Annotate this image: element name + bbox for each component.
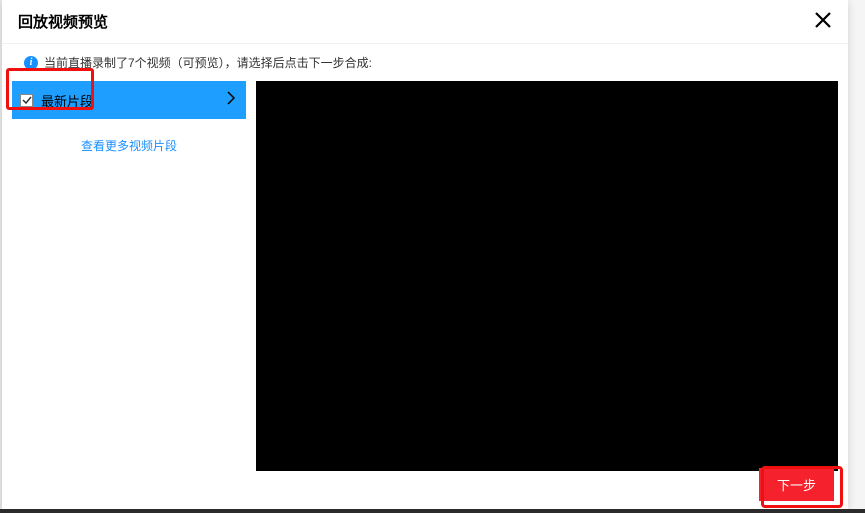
footer: 下一步: [759, 468, 834, 501]
modal: 回放视频预览 i 当前直播录制了7个视频（可预览），请选择后点击下一步合成: 最…: [2, 0, 848, 509]
right-strip: [848, 0, 865, 513]
segment-label: 最新片段: [41, 91, 93, 110]
sidebar: 最新片段 查看更多视频片段: [12, 81, 246, 471]
check-icon: [22, 95, 32, 105]
next-button[interactable]: 下一步: [759, 468, 834, 501]
close-button[interactable]: [814, 11, 832, 33]
content: 最新片段 查看更多视频片段: [2, 81, 848, 471]
close-icon: [814, 11, 832, 29]
preview-area: [256, 81, 838, 471]
info-icon: i: [24, 56, 38, 70]
info-text: 当前直播录制了7个视频（可预览），请选择后点击下一步合成:: [44, 54, 372, 71]
segment-checkbox[interactable]: [20, 94, 33, 107]
segment-item-latest[interactable]: 最新片段: [12, 81, 246, 119]
modal-header: 回放视频预览: [2, 0, 848, 44]
chevron-right-icon: [226, 91, 236, 110]
video-preview[interactable]: [256, 81, 838, 471]
bottom-border: [0, 509, 865, 513]
modal-title: 回放视频预览: [18, 11, 108, 32]
more-segments-link[interactable]: 查看更多视频片段: [12, 119, 246, 172]
segment-left: 最新片段: [20, 91, 93, 110]
info-bar: i 当前直播录制了7个视频（可预览），请选择后点击下一步合成:: [2, 44, 848, 81]
